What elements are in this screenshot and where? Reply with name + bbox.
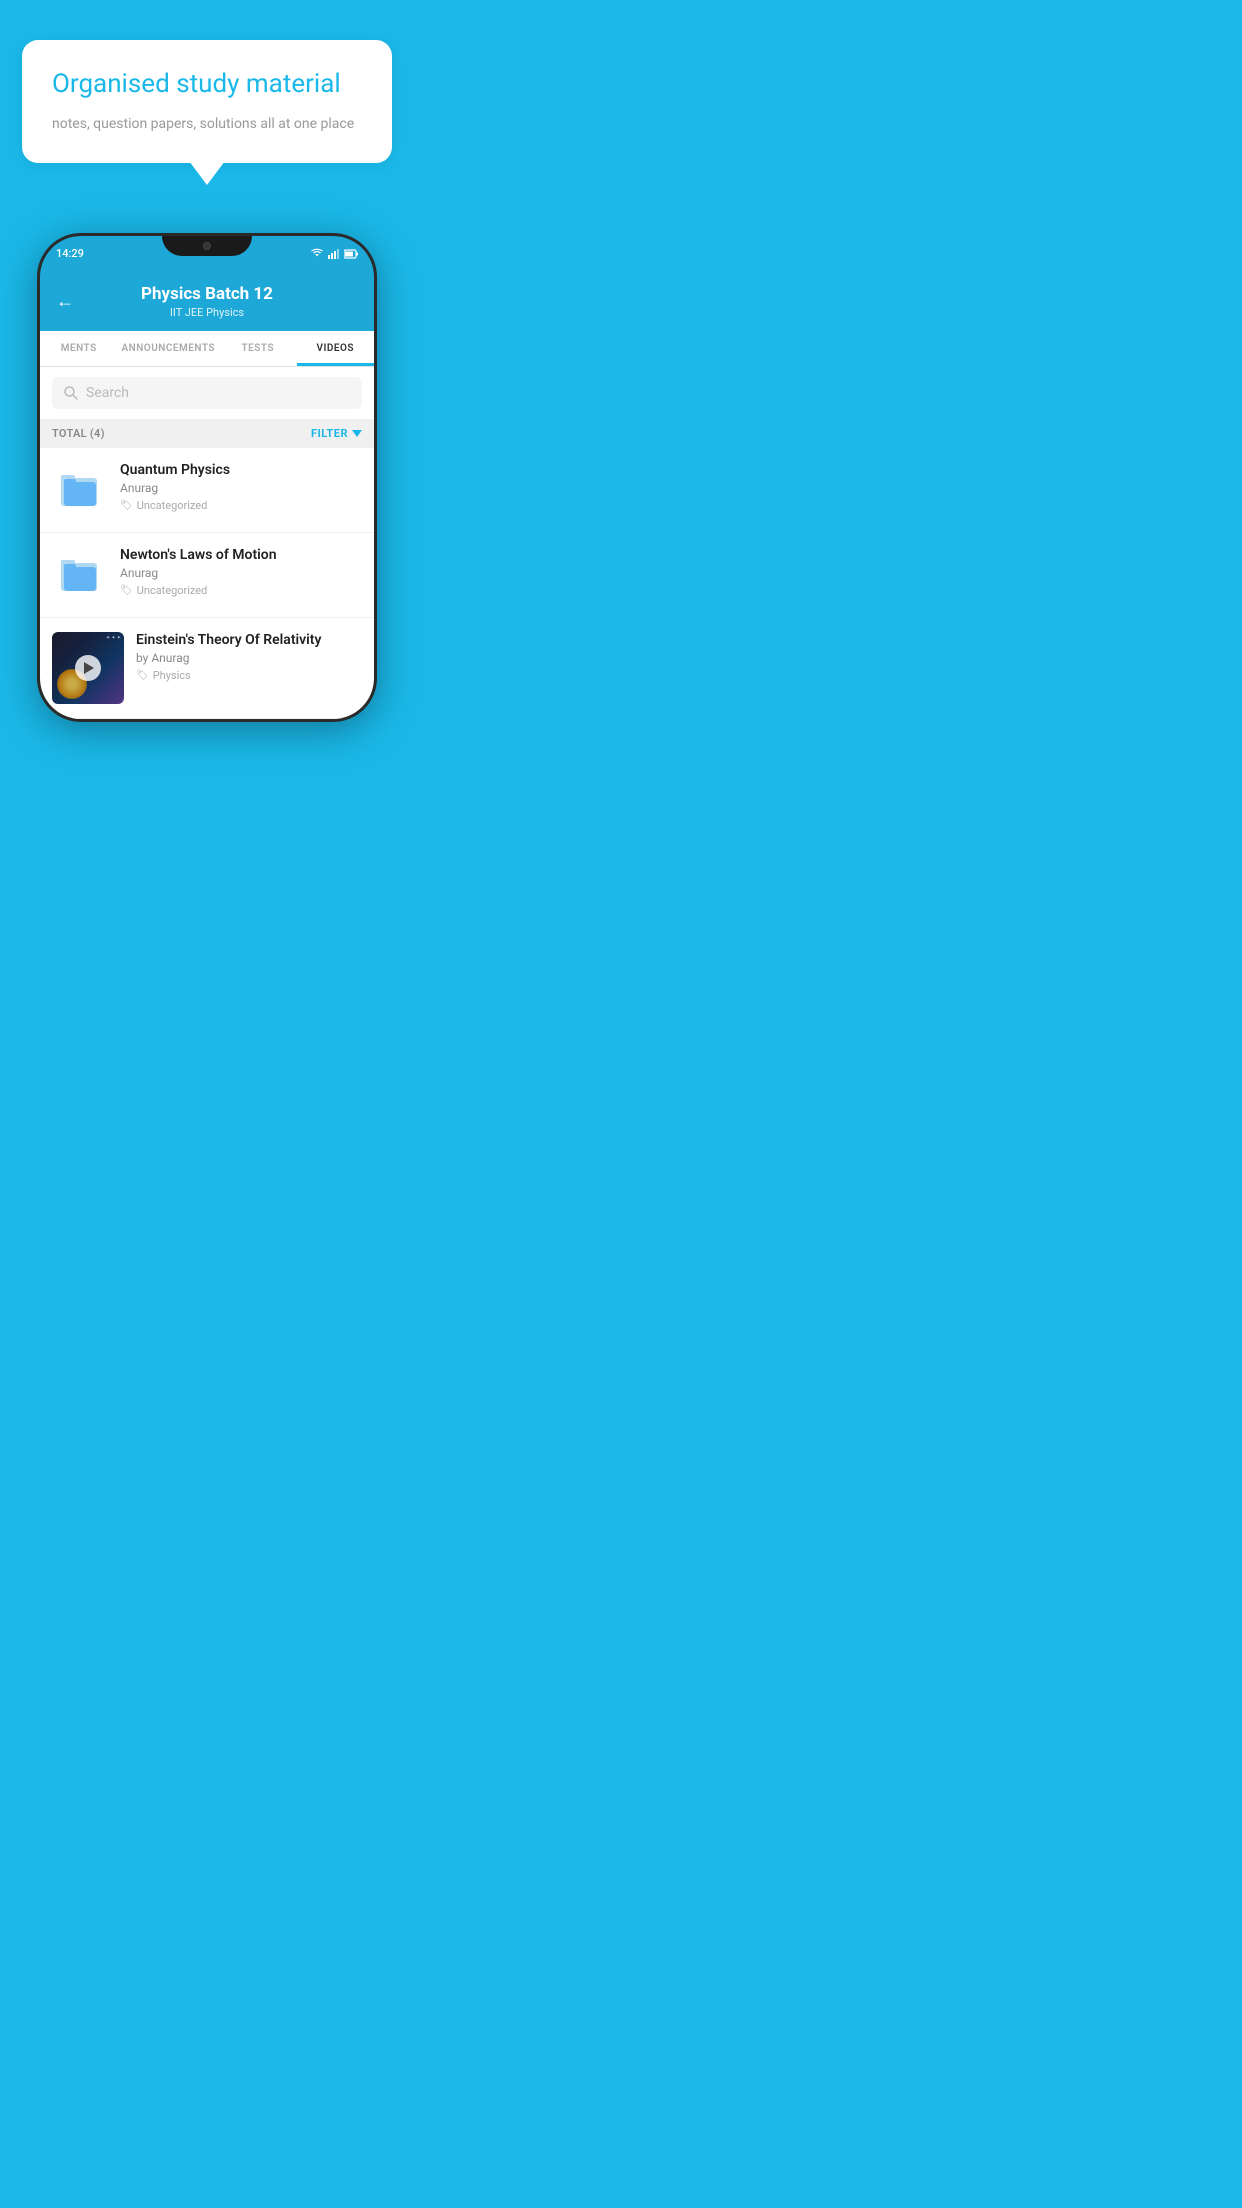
side-button-left bbox=[37, 356, 39, 386]
tag-icon-3: 🏷 bbox=[136, 670, 149, 681]
filter-icon bbox=[352, 430, 362, 437]
play-icon bbox=[84, 662, 94, 674]
video-author-3: by Anurag bbox=[136, 651, 362, 665]
camera-dot bbox=[203, 242, 211, 250]
stars-decoration: ✦ ✦ ✦ bbox=[106, 635, 121, 641]
back-button[interactable]: ← bbox=[56, 291, 74, 312]
signal-icon bbox=[328, 248, 340, 259]
header-subtitle: IIT JEE Physics bbox=[141, 306, 273, 319]
video-tag-3: 🏷 Physics bbox=[136, 669, 362, 682]
status-icons bbox=[310, 248, 358, 259]
video-tag-1: 🏷 Uncategorized bbox=[120, 499, 362, 512]
video-info-1: Quantum Physics Anurag 🏷 Uncategorized bbox=[120, 462, 362, 512]
phone-frame: 14:29 bbox=[37, 233, 377, 722]
search-container: Search bbox=[40, 367, 374, 419]
tab-announcements[interactable]: ANNOUNCEMENTS bbox=[117, 331, 219, 366]
wifi-icon bbox=[310, 248, 324, 259]
top-section: Organised study material notes, question… bbox=[0, 0, 414, 183]
video-title-3: Einstein's Theory Of Relativity bbox=[136, 632, 362, 648]
search-placeholder: Search bbox=[86, 385, 129, 401]
video-author-1: Anurag bbox=[120, 481, 362, 495]
tag-icon-1: 🏷 bbox=[120, 500, 133, 511]
video-list: Quantum Physics Anurag 🏷 Uncategorized bbox=[40, 448, 374, 719]
app-header: ← Physics Batch 12 IIT JEE Physics bbox=[40, 272, 374, 331]
filter-bar: TOTAL (4) FILTER bbox=[40, 419, 374, 448]
folder-icon-2 bbox=[59, 555, 101, 595]
bubble-title: Organised study material bbox=[52, 68, 362, 102]
video-info-2: Newton's Laws of Motion Anurag 🏷 Uncateg… bbox=[120, 547, 362, 597]
folder-icon-1 bbox=[59, 470, 101, 510]
speech-bubble: Organised study material notes, question… bbox=[22, 40, 392, 163]
side-button-right bbox=[375, 336, 377, 386]
list-item[interactable]: Newton's Laws of Motion Anurag 🏷 Uncateg… bbox=[40, 533, 374, 618]
tag-text-2: Uncategorized bbox=[137, 584, 208, 597]
filter-button[interactable]: FILTER bbox=[311, 427, 362, 440]
status-bar: 14:29 bbox=[40, 236, 374, 272]
search-icon bbox=[64, 386, 78, 400]
tag-text-1: Uncategorized bbox=[137, 499, 208, 512]
tab-ments[interactable]: MENTS bbox=[40, 331, 117, 366]
video-thumbnail-3: ✦ ✦ ✦ bbox=[52, 632, 124, 704]
header-title: Physics Batch 12 bbox=[141, 284, 273, 304]
header-info: Physics Batch 12 IIT JEE Physics bbox=[141, 284, 273, 319]
video-title-1: Quantum Physics bbox=[120, 462, 362, 478]
tabs-bar: MENTS ANNOUNCEMENTS TESTS VIDEOS bbox=[40, 331, 374, 367]
list-item[interactable]: Quantum Physics Anurag 🏷 Uncategorized bbox=[40, 448, 374, 533]
phone-container: 14:29 bbox=[0, 233, 414, 742]
bubble-subtitle: notes, question papers, solutions all at… bbox=[52, 114, 362, 135]
folder-thumbnail-2 bbox=[52, 547, 108, 603]
tab-tests[interactable]: TESTS bbox=[219, 331, 296, 366]
play-button[interactable] bbox=[75, 655, 101, 681]
video-tag-2: 🏷 Uncategorized bbox=[120, 584, 362, 597]
list-item[interactable]: ✦ ✦ ✦ Einstein's Theory Of Relativity by… bbox=[40, 618, 374, 719]
tag-text-3: Physics bbox=[153, 669, 191, 682]
battery-icon bbox=[344, 249, 358, 259]
status-time: 14:29 bbox=[56, 247, 84, 260]
tab-videos[interactable]: VIDEOS bbox=[297, 331, 374, 366]
folder-thumbnail-1 bbox=[52, 462, 108, 518]
total-count: TOTAL (4) bbox=[52, 427, 105, 440]
video-author-2: Anurag bbox=[120, 566, 362, 580]
search-bar[interactable]: Search bbox=[52, 377, 362, 409]
notch bbox=[162, 236, 252, 256]
video-title-2: Newton's Laws of Motion bbox=[120, 547, 362, 563]
filter-label: FILTER bbox=[311, 427, 348, 440]
tag-icon-2: 🏷 bbox=[120, 585, 133, 596]
video-info-3: Einstein's Theory Of Relativity by Anura… bbox=[136, 632, 362, 682]
